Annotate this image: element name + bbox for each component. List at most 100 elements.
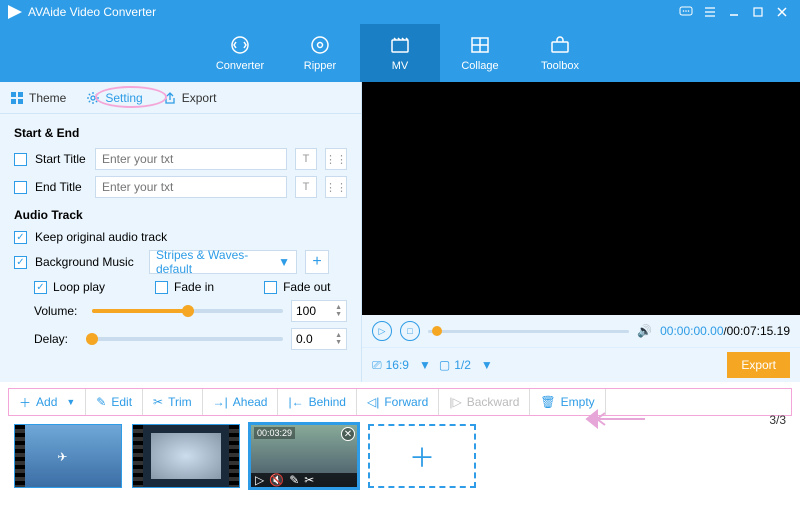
end-title-checkbox[interactable] xyxy=(14,181,27,194)
chevron-down-icon: ▼ xyxy=(278,255,290,269)
export-button[interactable]: Export xyxy=(727,352,790,378)
tab-setting[interactable]: Setting xyxy=(86,91,142,105)
start-title-label: Start Title xyxy=(35,152,87,166)
thumb-duration: 00:03:29 xyxy=(254,427,295,439)
behind-icon: |← xyxy=(288,395,303,409)
window-title: AVAide Video Converter xyxy=(28,5,672,19)
gear-icon xyxy=(86,91,100,105)
keep-audio-label: Keep original audio track xyxy=(35,230,167,244)
thumbnail-1[interactable]: ✈ xyxy=(14,424,122,488)
clip-counter: 3/3 xyxy=(769,413,786,427)
video-preview[interactable] xyxy=(362,82,800,315)
highlight-arrow xyxy=(585,409,645,429)
thumb-close-button[interactable]: ✕ xyxy=(341,427,355,441)
backward-button[interactable]: |▷Backward xyxy=(439,389,530,415)
panel-tabs: Theme Setting Export xyxy=(0,82,361,114)
collage-icon xyxy=(469,34,491,56)
body: Theme Setting Export Start & End Start T… xyxy=(0,82,800,382)
close-button[interactable] xyxy=(772,2,792,22)
thumbnail-3[interactable]: 00:03:29 ✕ ▷ 🔇 ✎ ✂ xyxy=(250,424,358,488)
converter-icon xyxy=(229,34,251,56)
page-select[interactable]: ▢1/2▼ xyxy=(439,358,493,372)
keep-audio-checkbox[interactable] xyxy=(14,231,27,244)
forward-button[interactable]: ◁|Forward xyxy=(357,389,439,415)
time-display: 00:00:00.00/00:07:15.19 xyxy=(660,324,790,338)
delay-value[interactable]: ▲▼ xyxy=(291,328,347,350)
volume-value[interactable]: ▲▼ xyxy=(291,300,347,322)
end-title-row: End Title T ⋮⋮ xyxy=(14,176,347,198)
scissors-icon: ✂ xyxy=(153,395,163,409)
theme-icon xyxy=(10,91,24,105)
tab-theme[interactable]: Theme xyxy=(10,91,66,105)
aspect-icon: ⎚ xyxy=(372,358,382,373)
aspect-select[interactable]: ⎚16:9▼ xyxy=(372,358,431,373)
behind-button[interactable]: |←Behind xyxy=(278,389,357,415)
nav-ripper[interactable]: Ripper xyxy=(280,24,360,82)
nav-toolbox[interactable]: Toolbox xyxy=(520,24,600,82)
left-panel: Theme Setting Export Start & End Start T… xyxy=(0,82,362,382)
export-icon xyxy=(163,91,177,105)
ahead-button[interactable]: →|Ahead xyxy=(203,389,279,415)
ahead-icon: →| xyxy=(213,395,228,409)
nav-mv[interactable]: MV xyxy=(360,24,440,82)
tab-export[interactable]: Export xyxy=(163,91,217,105)
forward-icon: ◁| xyxy=(367,395,379,409)
titlebar: AVAide Video Converter xyxy=(0,0,800,24)
start-title-text-style[interactable]: T xyxy=(295,148,317,170)
maximize-button[interactable] xyxy=(748,2,768,22)
bg-music-checkbox[interactable] xyxy=(14,256,27,269)
start-title-align[interactable]: ⋮⋮ xyxy=(325,148,347,170)
volume-up[interactable]: ▲ xyxy=(335,304,342,311)
screen-icon: ▢ xyxy=(439,358,450,372)
thumb-edit-icon[interactable]: ✎ xyxy=(289,473,299,487)
thumb-play-icon[interactable]: ▷ xyxy=(255,473,264,487)
edit-icon: ✎ xyxy=(96,395,106,409)
start-title-input[interactable] xyxy=(95,148,287,170)
add-bg-music-button[interactable]: + xyxy=(305,250,329,274)
start-title-row: Start Title T ⋮⋮ xyxy=(14,148,347,170)
minimize-button[interactable] xyxy=(724,2,744,22)
preview-options: ⎚16:9▼ ▢1/2▼ Export xyxy=(362,347,800,382)
delay-label: Delay: xyxy=(34,332,84,346)
edit-button[interactable]: ✎Edit xyxy=(86,389,143,415)
clip-toolbar: ＋Add▼ ✎Edit ✂Trim →|Ahead |←Behind ◁|For… xyxy=(8,388,792,416)
thumb-trim-icon[interactable]: ✂ xyxy=(304,473,314,487)
delay-down[interactable]: ▼ xyxy=(335,339,342,346)
nav-converter[interactable]: Converter xyxy=(200,24,280,82)
menu-icon[interactable] xyxy=(700,2,720,22)
stop-button[interactable]: □ xyxy=(400,321,420,341)
end-title-align[interactable]: ⋮⋮ xyxy=(325,176,347,198)
volume-icon[interactable]: 🔊 xyxy=(637,324,652,338)
end-title-input[interactable] xyxy=(95,176,287,198)
nav-collage[interactable]: Collage xyxy=(440,24,520,82)
settings-panel: Start & End Start Title T ⋮⋮ End Title T… xyxy=(0,114,361,364)
start-title-checkbox[interactable] xyxy=(14,153,27,166)
trim-button[interactable]: ✂Trim xyxy=(143,389,203,415)
add-clip-button[interactable]: ＋ xyxy=(368,424,476,488)
delay-up[interactable]: ▲ xyxy=(335,332,342,339)
right-panel: ▷ □ 🔊 00:00:00.00/00:07:15.19 ⎚16:9▼ ▢1/… xyxy=(362,82,800,382)
thumb-mute-icon[interactable]: 🔇 xyxy=(269,473,284,487)
volume-slider[interactable] xyxy=(92,309,283,313)
volume-down[interactable]: ▼ xyxy=(335,311,342,318)
bg-music-select[interactable]: Stripes & Waves-default ▼ xyxy=(149,250,297,274)
section-startend: Start & End xyxy=(14,126,347,140)
section-audio: Audio Track xyxy=(14,208,347,222)
thumbnail-strip: ✈ 00:03:29 ✕ ▷ 🔇 ✎ ✂ ＋ xyxy=(0,418,800,498)
seek-bar[interactable] xyxy=(428,330,629,333)
fadeout-checkbox[interactable] xyxy=(264,281,277,294)
add-button[interactable]: ＋Add▼ xyxy=(9,389,86,415)
backward-icon: |▷ xyxy=(449,395,461,409)
end-title-text-style[interactable]: T xyxy=(295,176,317,198)
trash-icon: 🗑 xyxy=(540,395,555,409)
fadein-checkbox[interactable] xyxy=(155,281,168,294)
feedback-icon[interactable] xyxy=(676,2,696,22)
end-title-label: End Title xyxy=(35,180,87,194)
delay-slider[interactable] xyxy=(92,337,283,341)
app-logo-icon xyxy=(8,5,22,19)
ripper-icon xyxy=(309,34,331,56)
loop-checkbox[interactable] xyxy=(34,281,47,294)
play-button[interactable]: ▷ xyxy=(372,321,392,341)
thumbnail-2[interactable] xyxy=(132,424,240,488)
toolbox-icon xyxy=(549,34,571,56)
